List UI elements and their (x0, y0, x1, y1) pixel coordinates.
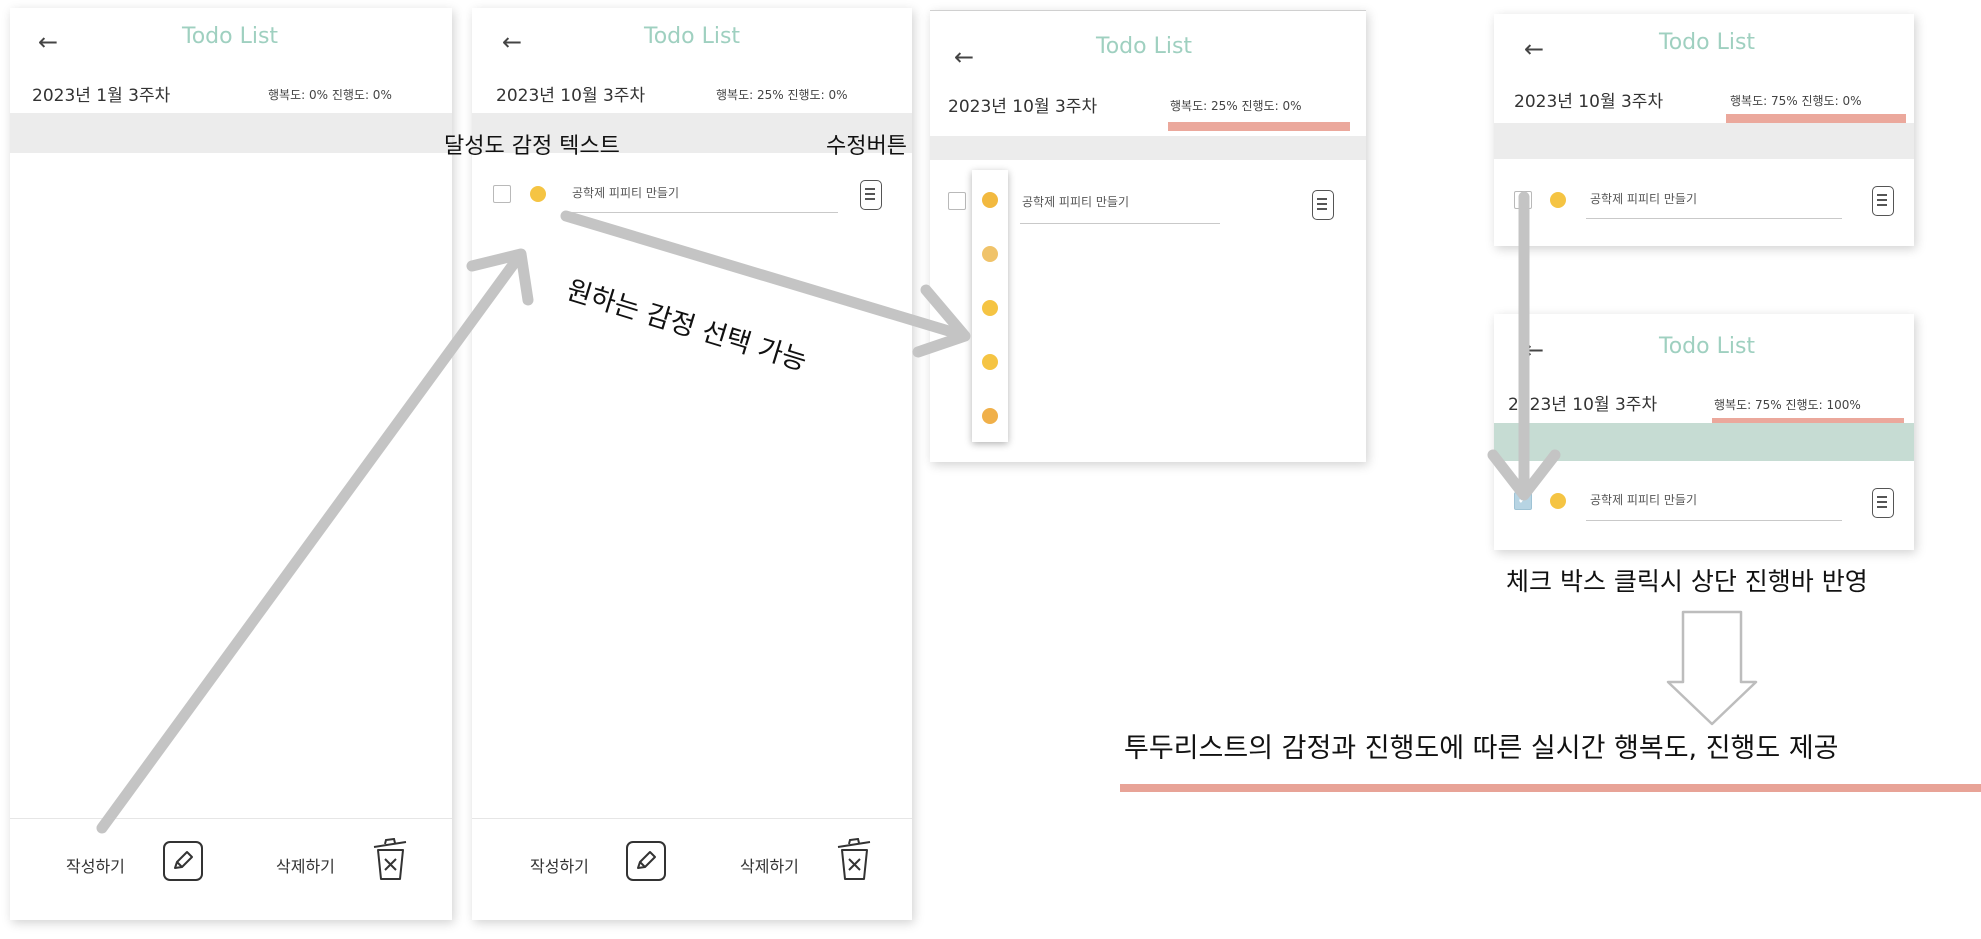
delete-label: 삭제하기 (276, 857, 335, 876)
hollow-down-arrow-icon (1666, 610, 1758, 726)
back-arrow-icon[interactable]: ← (1524, 338, 1544, 362)
annotation-header-right: 수정버튼 (826, 134, 907, 159)
week-label: 2023년 10월 3주차 (1508, 395, 1658, 415)
edit-note-icon[interactable] (860, 180, 882, 210)
week-label: 2023년 10월 3주차 (496, 86, 646, 106)
footer-divider (472, 818, 912, 819)
trash-icon[interactable] (370, 838, 410, 882)
task-text: 공학제 피피티 만들기 (1590, 192, 1697, 206)
week-label: 2023년 1월 3주차 (32, 86, 171, 106)
page-title: Todo List (1659, 334, 1756, 359)
page-title: Todo List (644, 24, 741, 49)
back-arrow-icon[interactable]: ← (38, 30, 58, 54)
progress-bar-filled (1494, 423, 1914, 461)
trash-icon[interactable] (834, 838, 874, 882)
task-text: 공학제 피피티 만들기 (572, 186, 679, 200)
task-checkbox-checked[interactable] (1514, 490, 1532, 510)
very-happy-face-icon[interactable] (982, 408, 998, 424)
back-arrow-icon[interactable]: ← (502, 30, 522, 54)
write-label: 작성하기 (66, 857, 125, 876)
week-label: 2023년 10월 3주차 (948, 97, 1098, 117)
edit-note-icon[interactable] (1872, 488, 1894, 518)
screen-happiness-updated: ← Todo List 2023년 10월 3주차 행복도: 75% 진행도: … (1494, 14, 1914, 246)
progress-bar (930, 136, 1366, 160)
page-title: Todo List (182, 24, 279, 49)
task-text: 공학제 피피티 만들기 (1590, 493, 1697, 507)
screen-emotion-picker: ← Todo List 2023년 10월 3주차 행복도: 25% 진행도: … (930, 10, 1366, 462)
stats-label: 행복도: 75% 진행도: 100% (1714, 398, 1861, 412)
stats-label: 행복도: 75% 진행도: 0% (1730, 94, 1862, 108)
neutral-face-icon[interactable] (982, 300, 998, 316)
emotion-picker (972, 170, 1008, 442)
task-underline (1586, 520, 1842, 521)
summary-highlight (1120, 784, 1981, 792)
task-text: 공학제 피피티 만들기 (1022, 195, 1129, 209)
annotation-header-left: 달성도 감정 텍스트 (444, 134, 620, 159)
progress-bar (1494, 123, 1914, 159)
page-title: Todo List (1659, 30, 1756, 55)
sad-face-icon[interactable] (982, 246, 998, 262)
week-label: 2023년 10월 3주차 (1514, 92, 1664, 112)
screen-empty: ← Todo List 2023년 1월 3주차 행복도: 0% 진행도: 0%… (10, 8, 452, 920)
back-arrow-icon[interactable]: ← (1524, 37, 1544, 61)
crying-face-icon[interactable] (982, 192, 998, 208)
screen-progress-updated: ← Todo List 2023년 10월 3주차 행복도: 75% 진행도: … (1494, 314, 1914, 550)
edit-note-icon[interactable] (1872, 186, 1894, 216)
stats-label: 행복도: 25% 진행도: 0% (1170, 99, 1302, 113)
progress-bar (10, 113, 452, 153)
task-underline (1586, 218, 1842, 219)
annotation-checkbox: 체크 박스 클릭시 상단 진행바 반영 (1506, 567, 1868, 596)
pencil-icon[interactable] (163, 841, 203, 881)
delete-label: 삭제하기 (740, 857, 799, 876)
stats-label: 행복도: 25% 진행도: 0% (716, 88, 848, 102)
footer-divider (10, 818, 452, 819)
pencil-icon[interactable] (626, 841, 666, 881)
back-arrow-icon[interactable]: ← (954, 45, 974, 69)
page-title: Todo List (1096, 34, 1193, 59)
write-label: 작성하기 (530, 857, 589, 876)
task-underline (570, 212, 838, 213)
task-underline (1020, 223, 1220, 224)
annotation-summary: 투두리스트의 감정과 진행도에 따른 실시간 행복도, 진행도 제공 (1124, 733, 1839, 764)
emotion-face-icon[interactable] (1550, 192, 1566, 208)
task-checkbox[interactable] (1514, 191, 1532, 209)
edit-note-icon[interactable] (1312, 190, 1334, 220)
stats-highlight (1726, 114, 1906, 123)
top-divider (930, 10, 1366, 11)
task-checkbox[interactable] (948, 192, 966, 210)
stats-highlight (1168, 122, 1350, 131)
emotion-face-icon[interactable] (530, 186, 546, 202)
stats-label: 행복도: 0% 진행도: 0% (268, 88, 392, 102)
emotion-face-icon[interactable] (1550, 493, 1566, 509)
task-checkbox[interactable] (493, 185, 511, 203)
happy-face-icon[interactable] (982, 354, 998, 370)
